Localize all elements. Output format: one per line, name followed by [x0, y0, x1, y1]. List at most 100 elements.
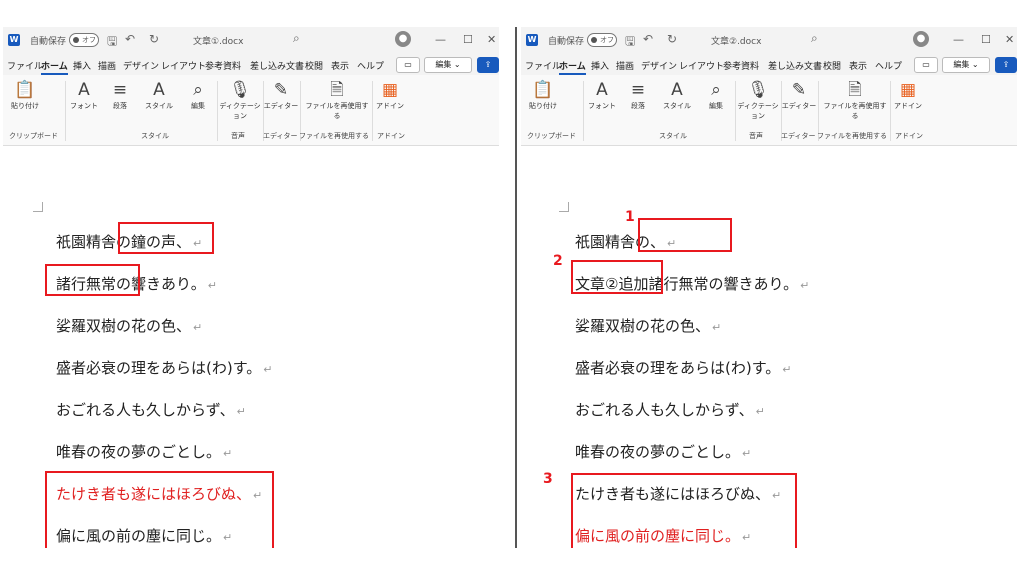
tab-file[interactable]: ファイル	[525, 59, 561, 72]
doc-line[interactable]: おごれる人も久しからず、 ↵	[575, 399, 765, 420]
reuse-file-icon: 🗎	[848, 80, 862, 100]
font-label: フォント	[70, 102, 98, 110]
group-editor: エディター	[781, 132, 816, 140]
document-title[interactable]: 文章①.docx	[193, 34, 243, 47]
addin-button[interactable]: ▦ アドイン	[375, 79, 405, 111]
avatar-icon[interactable]: ●	[395, 31, 411, 47]
editor-icon: ✎	[273, 80, 289, 100]
paste-label: 貼り付け	[11, 102, 39, 110]
autosave-toggle[interactable]: オフ	[587, 33, 617, 47]
edit-mode-button[interactable]: 編集 ⌄	[424, 57, 472, 73]
style-icon: A	[153, 80, 165, 100]
edit-label: 編集	[191, 102, 205, 110]
margin-corner	[33, 202, 43, 212]
redo-icon[interactable]: ↻	[149, 32, 159, 46]
autosave-state: オフ	[600, 36, 614, 44]
font-button[interactable]: A フォント	[587, 79, 617, 111]
addin-button[interactable]: ▦ アドイン	[893, 79, 923, 111]
addin-label: アドイン	[894, 102, 922, 110]
paragraph-button[interactable]: ≡ 段落	[623, 79, 653, 111]
editor-button[interactable]: ✎ エディター	[781, 79, 817, 111]
edit-mode-button[interactable]: 編集 ⌄	[942, 57, 990, 73]
tab-design[interactable]: デザイン	[123, 59, 159, 72]
reuse-label: ファイルを再使用する	[305, 102, 369, 120]
doc-line[interactable]: おごれる人も久しからず、 ↵	[56, 399, 246, 420]
tab-references[interactable]: 参考資料	[205, 59, 241, 72]
addin-icon: ▦	[381, 80, 399, 100]
paste-label: 貼り付け	[529, 102, 557, 110]
tab-help[interactable]: ヘルプ	[875, 59, 902, 72]
tab-design[interactable]: デザイン	[641, 59, 677, 72]
doc-line[interactable]: 盛者必衰の理をあらは(わ)す。 ↵	[56, 357, 272, 378]
document-title[interactable]: 文章②.docx	[711, 34, 761, 47]
tab-references[interactable]: 参考資料	[723, 59, 759, 72]
search-icon[interactable]: ⌕	[811, 31, 818, 46]
tab-view[interactable]: 表示	[331, 59, 349, 72]
avatar-icon[interactable]: ●	[913, 31, 929, 47]
tab-mailings[interactable]: 差し込み文書	[768, 59, 822, 72]
tab-file[interactable]: ファイル	[7, 59, 43, 72]
dictation-button[interactable]: 🎙 ディクテーション	[737, 79, 779, 121]
doc-line[interactable]: 娑羅双樹の花の色、 ↵	[575, 315, 721, 336]
reuse-file-button[interactable]: 🗎 ファイルを再使用する	[821, 79, 889, 121]
document-area[interactable]: 祇園精舎の鐘の声、 ↵ 諸行無常の響きあり。 ↵ 娑羅双樹の花の色、 ↵ 盛者必衰の理…	[3, 146, 499, 548]
comment-icon[interactable]: ▭	[396, 57, 420, 73]
tab-home[interactable]: ホーム	[559, 59, 586, 75]
paragraph-button[interactable]: ≡ 段落	[105, 79, 135, 111]
document-area[interactable]: 祇園精舎の、 ↵ 文章②追加諸行無常の響きあり。 ↵ 娑羅双樹の花の色、 ↵ 盛者必衰…	[521, 146, 1017, 548]
maximize-icon[interactable]: ☐	[981, 33, 991, 46]
tab-help[interactable]: ヘルプ	[357, 59, 384, 72]
paste-button[interactable]: 📋 貼り付け	[527, 79, 559, 111]
tab-layout[interactable]: レイアウト	[161, 59, 206, 72]
style-button[interactable]: A スタイル	[659, 79, 695, 111]
tab-layout[interactable]: レイアウト	[679, 59, 724, 72]
minimize-icon[interactable]: —	[953, 33, 964, 46]
edit-button[interactable]: ⌕ 編集	[183, 79, 213, 111]
tab-mailings[interactable]: 差し込み文書	[250, 59, 304, 72]
share-icon[interactable]: ⇪	[995, 57, 1017, 73]
doc-line[interactable]: 唯春の夜の夢のごとし。 ↵	[575, 441, 751, 462]
tab-home[interactable]: ホーム	[41, 59, 68, 75]
doc-line[interactable]: 唯春の夜の夢のごとし。 ↵	[56, 441, 232, 462]
dictation-button[interactable]: 🎙 ディクテーション	[219, 79, 261, 121]
edit-button[interactable]: ⌕ 編集	[701, 79, 731, 111]
tab-review[interactable]: 校閲	[823, 59, 841, 72]
paste-button[interactable]: 📋 貼り付け	[9, 79, 41, 111]
style-label: スタイル	[663, 102, 691, 110]
left-word-window: W 自動保存 オフ 🖫 ↶ ↻ 文章①.docx ⌕ ● — ☐ ✕ ファイル …	[3, 27, 499, 548]
doc-line[interactable]: 盛者必衰の理をあらは(わ)す。 ↵	[575, 357, 791, 378]
tab-insert[interactable]: 挿入	[591, 59, 609, 72]
comment-icon[interactable]: ▭	[914, 57, 938, 73]
title-bar: W 自動保存 オフ 🖫 ↶ ↻ 文章①.docx ⌕ ● — ☐ ✕	[3, 27, 499, 53]
minimize-icon[interactable]: —	[435, 33, 446, 46]
close-icon[interactable]: ✕	[1005, 33, 1014, 46]
tab-draw[interactable]: 描画	[616, 59, 634, 72]
paragraph-label: 段落	[113, 102, 127, 110]
reuse-file-icon: 🗎	[330, 80, 344, 100]
reuse-file-button[interactable]: 🗎 ファイルを再使用する	[303, 79, 371, 121]
save-icon[interactable]: 🖫	[107, 32, 117, 53]
autosave-toggle[interactable]: オフ	[69, 33, 99, 47]
group-addin: アドイン	[895, 132, 923, 140]
save-icon[interactable]: 🖫	[625, 32, 635, 53]
style-label: スタイル	[145, 102, 173, 110]
doc-line[interactable]: 娑羅双樹の花の色、 ↵	[56, 315, 202, 336]
redo-icon[interactable]: ↻	[667, 32, 677, 46]
undo-icon[interactable]: ↶	[125, 32, 135, 46]
tab-insert[interactable]: 挿入	[73, 59, 91, 72]
tab-review[interactable]: 校閲	[305, 59, 323, 72]
maximize-icon[interactable]: ☐	[463, 33, 473, 46]
ribbon: 📋 貼り付け クリップボード A フォント ≡ 段落 A スタイル スタイル ⌕ 編集 🎙…	[3, 75, 499, 146]
share-icon[interactable]: ⇪	[477, 57, 499, 73]
group-reuse: ファイルを再使用する	[817, 132, 887, 140]
undo-icon[interactable]: ↶	[643, 32, 653, 46]
group-editor: エディター	[263, 132, 298, 140]
group-clipboard: クリップボード	[527, 132, 576, 140]
search-icon[interactable]: ⌕	[293, 31, 300, 46]
editor-button[interactable]: ✎ エディター	[263, 79, 299, 111]
font-button[interactable]: A フォント	[69, 79, 99, 111]
style-button[interactable]: A スタイル	[141, 79, 177, 111]
close-icon[interactable]: ✕	[487, 33, 496, 46]
tab-view[interactable]: 表示	[849, 59, 867, 72]
tab-draw[interactable]: 描画	[98, 59, 116, 72]
